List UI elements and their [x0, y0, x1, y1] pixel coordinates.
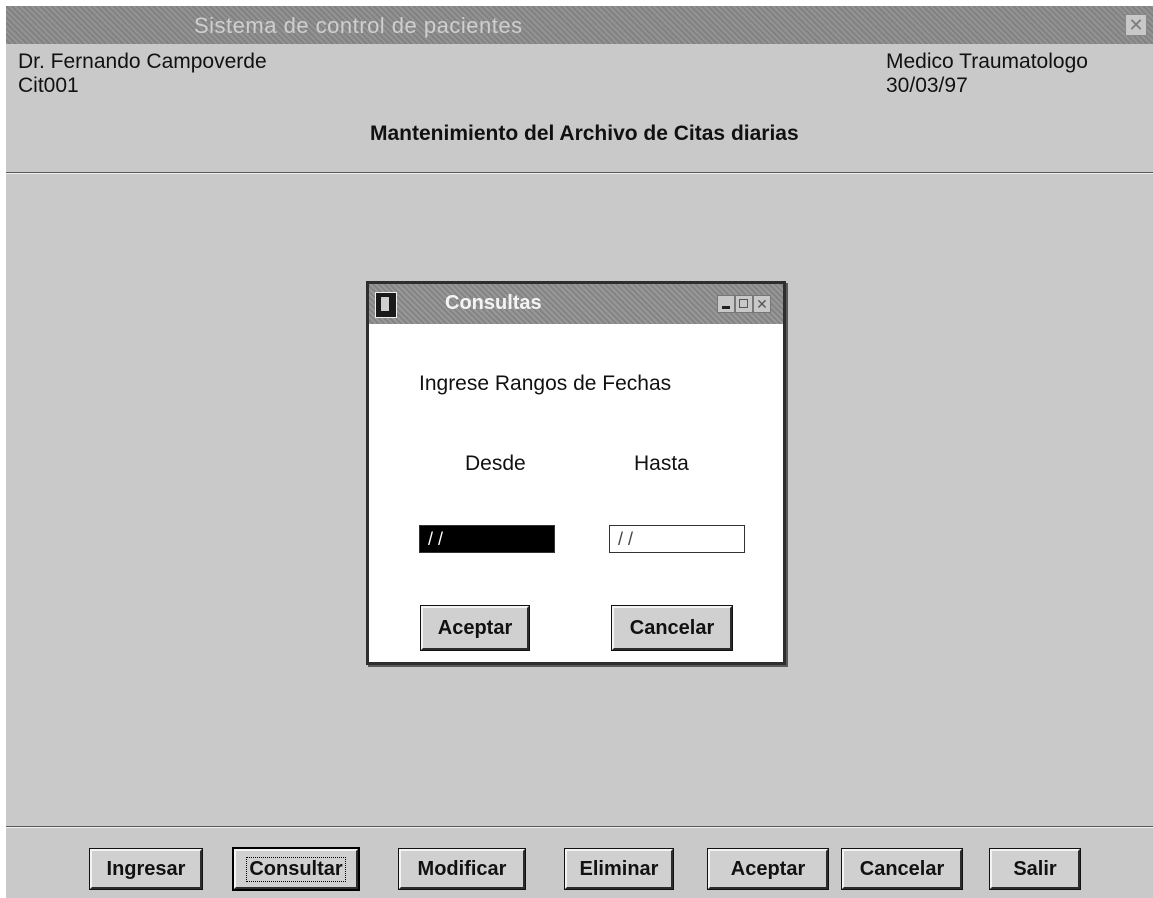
- current-date: 30/03/97: [886, 74, 968, 97]
- modificar-button[interactable]: Modificar: [398, 848, 526, 890]
- eliminar-button[interactable]: Eliminar: [564, 848, 674, 890]
- salir-button[interactable]: Salir: [989, 848, 1081, 890]
- minimize-icon[interactable]: [717, 295, 735, 313]
- window-title: Sistema de control de pacientes: [194, 13, 523, 38]
- header-divider: [6, 172, 1153, 174]
- specialty: Medico Traumatologo: [886, 50, 1088, 73]
- app-icon[interactable]: [375, 292, 397, 318]
- cancelar-button[interactable]: Cancelar: [841, 848, 963, 890]
- maximize-icon[interactable]: [735, 295, 753, 313]
- close-button[interactable]: ✕: [1125, 14, 1147, 36]
- form-title: Mantenimiento del Archivo de Citas diari…: [370, 122, 799, 145]
- footer-divider: [6, 826, 1153, 828]
- title-bar: Sistema de control de pacientes ✕: [6, 6, 1153, 44]
- dialog-title: Consultas: [445, 292, 542, 314]
- dialog-accept-button[interactable]: Aceptar: [420, 605, 530, 651]
- dialog-close-icon[interactable]: ✕: [753, 295, 771, 313]
- from-date-input[interactable]: / /: [419, 525, 555, 553]
- to-label: Hasta: [634, 452, 689, 475]
- to-date-input[interactable]: / /: [609, 525, 745, 553]
- from-label: Desde: [465, 452, 526, 475]
- doctor-name: Dr. Fernando Campoverde: [18, 50, 267, 73]
- form-code: Cit001: [18, 74, 79, 97]
- consultar-button[interactable]: Consultar: [232, 847, 360, 891]
- consultas-dialog: Consultas ✕ Ingrese Rangos de Fechas Des…: [366, 281, 786, 665]
- date-range-prompt: Ingrese Rangos de Fechas: [419, 372, 672, 395]
- dialog-cancel-button[interactable]: Cancelar: [611, 605, 733, 651]
- aceptar-button[interactable]: Aceptar: [707, 848, 829, 890]
- dialog-title-bar: Consultas ✕: [369, 284, 783, 324]
- ingresar-button[interactable]: Ingresar: [89, 848, 203, 890]
